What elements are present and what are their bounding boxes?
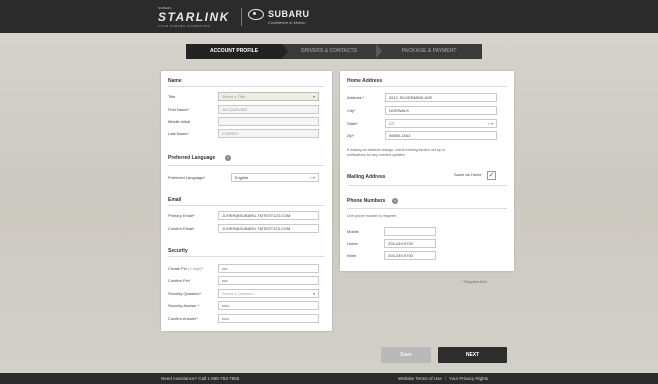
section-divider xyxy=(347,86,507,87)
state-label: State* xyxy=(347,121,358,126)
zip-field[interactable]: 06850-1842 xyxy=(385,131,497,140)
info-icon[interactable]: i xyxy=(392,198,398,204)
top-header-bar: SUBARU STARLINK YOUR SUBARU CONNECTED SU… xyxy=(0,0,658,33)
title-select-placeholder: Select a Title... xyxy=(222,94,249,99)
same-as-home-checkbox[interactable]: ✓ xyxy=(487,171,496,180)
section-title-language: Preferred Language xyxy=(168,155,216,161)
section-title-home-address: Home Address xyxy=(347,78,383,84)
title-label: Title xyxy=(168,94,176,99)
first-name-field[interactable]: JACQUELINE xyxy=(218,105,319,114)
middle-initial-field[interactable] xyxy=(218,117,319,126)
same-as-home-label: Same as Home xyxy=(454,172,482,177)
required-field-note: * Required field xyxy=(462,280,487,284)
create-pin-hint: (4 digit) xyxy=(188,266,202,271)
step-drivers-contacts[interactable]: DRIVERS & CONTACTS xyxy=(282,44,376,59)
save-button[interactable]: Save xyxy=(381,347,431,363)
confirm-pin-field[interactable]: •••• xyxy=(218,276,319,285)
first-name-label: First Name* xyxy=(168,107,190,112)
middle-initial-label: Middle Initial xyxy=(168,119,191,124)
confirm-answer-label: Confirm Answer* xyxy=(168,316,198,321)
section-title-mailing-address: Mailing Address xyxy=(347,174,386,180)
step-account-profile[interactable]: ACCOUNT PROFILE xyxy=(186,44,282,59)
city-field[interactable]: NORWALK xyxy=(385,106,497,115)
info-icon[interactable]: i xyxy=(225,155,231,161)
subaru-logo: SUBARU xyxy=(268,9,310,19)
create-pin-field[interactable]: •••• xyxy=(218,264,319,273)
subaru-tagline: Confidence in Motion xyxy=(268,20,306,25)
starlink-logo: STARLINK xyxy=(158,10,230,24)
step-arrow-icon xyxy=(282,44,288,58)
section-divider xyxy=(168,205,325,206)
zip-label: Zip* xyxy=(347,133,355,138)
create-pin-label-text: Create Pin xyxy=(168,266,187,271)
state-select[interactable]: CT × ▾ xyxy=(385,119,497,128)
work-phone-field[interactable]: 203-249-9700 xyxy=(384,251,436,260)
checkmark-icon: ✓ xyxy=(488,172,495,179)
preferred-language-value: English xyxy=(235,175,249,180)
create-pin-label: Create Pin (4 digit)* xyxy=(168,266,203,271)
terms-of-use-link[interactable]: Website Terms of Use xyxy=(398,376,442,381)
clear-and-chevron-icon: × ▾ xyxy=(487,121,493,126)
security-question-placeholder: Select a Question... xyxy=(222,291,257,296)
logo-divider xyxy=(241,8,242,26)
work-phone-label: Work xyxy=(347,253,357,258)
confirm-pin-label: Confirm Pin* xyxy=(168,278,191,283)
home-phone-label: Home xyxy=(347,241,358,246)
last-name-label: Last Name* xyxy=(168,131,189,136)
assistance-text: Need Assistance? Call 1-855-753-7855 xyxy=(161,376,240,381)
mobile-field[interactable] xyxy=(384,227,436,236)
security-answer-field[interactable]: ••••• xyxy=(218,301,319,310)
title-select[interactable]: Select a Title... ▾ xyxy=(218,92,319,101)
starlink-subtitle: YOUR SUBARU CONNECTED xyxy=(158,24,211,28)
section-title-name: Name xyxy=(168,78,182,84)
footer-links: Website Terms of Use | Your Privacy Rights xyxy=(398,376,488,381)
last-name-field[interactable]: CHERRY xyxy=(218,129,319,138)
section-divider xyxy=(168,256,325,257)
address-label: Address * xyxy=(347,95,365,100)
section-title-email: Email xyxy=(168,197,182,203)
profile-card: Name Title Select a Title... ▾ First Nam… xyxy=(161,71,332,331)
chevron-down-icon: ▾ xyxy=(312,94,315,99)
section-divider xyxy=(347,185,507,186)
security-question-select[interactable]: Select a Question... ▾ xyxy=(218,289,319,298)
primary-email-field[interactable]: JCHER@SUBARU.TMTEST123.COM xyxy=(218,211,319,220)
state-value: CT xyxy=(389,121,395,126)
step-separator-icon xyxy=(376,44,382,58)
section-divider xyxy=(168,86,325,87)
security-question-label: Security Question* xyxy=(168,291,202,296)
section-divider xyxy=(347,208,507,209)
confirm-email-label: Confirm Email* xyxy=(168,226,195,231)
step-package-payment[interactable]: PACKAGE & PAYMENT xyxy=(376,44,482,59)
privacy-rights-link[interactable]: Your Privacy Rights xyxy=(449,376,488,381)
section-title-security: Security xyxy=(168,248,188,254)
preferred-language-select[interactable]: English × ▾ xyxy=(231,173,319,182)
footer-bar: Need Assistance? Call 1-855-753-7855 Web… xyxy=(0,373,658,384)
phone-required-note: One phone number is required. xyxy=(347,214,397,218)
footer-separator: | xyxy=(444,376,447,381)
home-phone-field[interactable]: 203-249-9700 xyxy=(384,239,436,248)
security-answer-label: Security Answer * xyxy=(168,303,200,308)
create-pin-required-mark: * xyxy=(201,266,203,271)
address-change-note: If making an address change, check exist… xyxy=(347,148,446,157)
section-divider xyxy=(168,165,325,166)
subaru-emblem-icon xyxy=(248,9,264,20)
city-label: City* xyxy=(347,108,356,113)
next-button[interactable]: NEXT xyxy=(438,347,507,363)
confirm-answer-field[interactable]: ••••• xyxy=(218,314,319,323)
preferred-language-label: Preferred Language* xyxy=(168,175,206,180)
address-field[interactable]: 261C SILVERMINE AVE xyxy=(385,93,497,102)
mobile-label: Mobile xyxy=(347,229,359,234)
chevron-down-icon: ▾ xyxy=(312,291,315,296)
address-card: Home Address Address * 261C SILVERMINE A… xyxy=(340,71,514,271)
progress-steps: ACCOUNT PROFILE DRIVERS & CONTACTS PACKA… xyxy=(186,44,482,59)
clear-and-chevron-icon: × ▾ xyxy=(309,175,315,180)
confirm-email-field[interactable]: JCHER@SUBARU.TMTEST123.COM xyxy=(218,224,319,233)
section-title-phone-numbers: Phone Numbers xyxy=(347,198,386,204)
primary-email-label: Primary Email* xyxy=(168,213,195,218)
